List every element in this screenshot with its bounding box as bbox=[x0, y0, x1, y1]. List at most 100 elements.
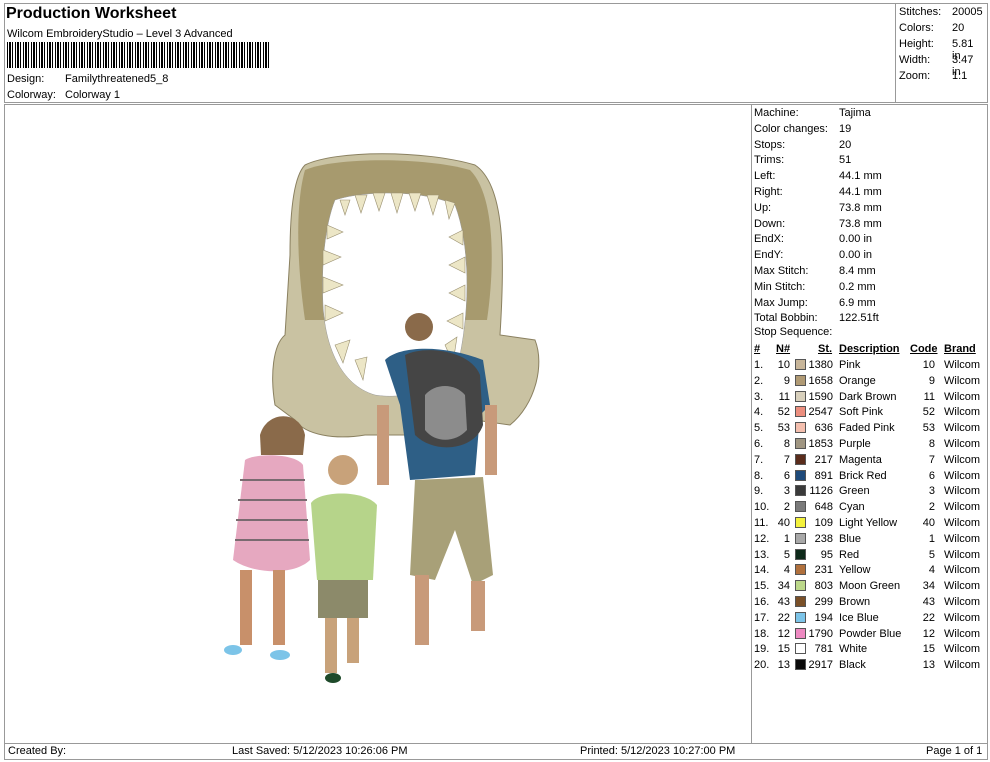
cell-n: 43 bbox=[777, 596, 790, 608]
table-row: 8. 6 891 Brick Red 6 Wilcom bbox=[752, 469, 989, 485]
cell-desc: Red bbox=[839, 548, 860, 561]
cell-code: 5 bbox=[928, 548, 935, 561]
cell-n: 22 bbox=[777, 611, 790, 624]
cell-code: 10 bbox=[922, 359, 935, 371]
table-row: 3. 11 1590 Dark Brown 11 Wilcom bbox=[752, 390, 989, 406]
table-row: 4. 52 2547 Soft Pink 52 Wilcom bbox=[752, 406, 989, 421]
color-swatch bbox=[795, 643, 806, 655]
machine-info-label: Stops: bbox=[754, 138, 786, 151]
machine-info-label: Up: bbox=[754, 201, 772, 214]
cell-n: 15 bbox=[777, 643, 790, 656]
cell-num: 8. bbox=[754, 469, 764, 482]
cell-desc: Soft Pink bbox=[839, 406, 884, 419]
table-row: 2. 9 1658 Orange 9 Wilcom bbox=[752, 374, 989, 390]
cell-num: 10. bbox=[754, 501, 770, 514]
color-swatch bbox=[795, 548, 806, 560]
machine-info-value: 19 bbox=[839, 122, 852, 135]
cell-num: 15. bbox=[754, 580, 770, 593]
color-swatch bbox=[795, 374, 806, 386]
cell-num: 14. bbox=[754, 564, 770, 577]
table-row: 20. 13 2917 Black 13 Wilcom bbox=[752, 659, 989, 674]
cell-code: 7 bbox=[928, 453, 935, 466]
cell-st: 238 bbox=[814, 532, 833, 545]
cell-num: 9. bbox=[754, 485, 764, 498]
machine-info-value: 0.2 mm bbox=[839, 280, 876, 293]
cell-st: 1126 bbox=[809, 485, 833, 498]
summary-width: Width: 3.47 in bbox=[899, 54, 974, 78]
cell-st: 891 bbox=[814, 469, 833, 482]
color-swatch bbox=[795, 438, 806, 449]
machine-info-row: EndX: 0.00 in bbox=[754, 233, 872, 245]
cell-st: 95 bbox=[820, 548, 833, 561]
machine-info-row: Down: 73.8 mm bbox=[754, 217, 882, 230]
cell-brand: Wilcom bbox=[944, 548, 981, 561]
cell-desc: Ice Blue bbox=[839, 611, 879, 624]
cell-brand: Wilcom bbox=[944, 501, 981, 514]
man-figure bbox=[377, 313, 497, 645]
boy-figure bbox=[311, 455, 377, 683]
summary-stitches: Stitches: 20005 bbox=[899, 6, 983, 18]
machine-info-label: Down: bbox=[754, 217, 786, 230]
table-row: 13. 5 95 Red 5 Wilcom bbox=[752, 548, 989, 564]
cell-n: 13 bbox=[777, 659, 790, 672]
cell-num: 16. bbox=[754, 596, 770, 608]
barcode bbox=[7, 42, 270, 68]
cell-num: 3. bbox=[754, 390, 764, 403]
design-value: Familythreatened5_8 bbox=[65, 73, 169, 85]
table-row: 9. 3 1126 Green 3 Wilcom bbox=[752, 485, 989, 500]
cell-st: 2547 bbox=[808, 406, 833, 419]
cell-code: 2 bbox=[928, 501, 935, 514]
cell-st: 1790 bbox=[808, 627, 833, 640]
machine-info-row: Stops: 20 bbox=[754, 138, 851, 151]
table-row: 17. 22 194 Ice Blue 22 Wilcom bbox=[752, 611, 989, 627]
cell-brand: Wilcom bbox=[944, 659, 981, 672]
summary-zoom: Zoom: 1:1 bbox=[899, 70, 968, 82]
col-header-code: Code bbox=[910, 343, 938, 355]
cell-num: 17. bbox=[754, 611, 770, 624]
machine-info-value: 44.1 mm bbox=[839, 170, 882, 183]
machine-info-row: Trims: 51 bbox=[754, 154, 851, 167]
cell-n: 6 bbox=[783, 469, 790, 482]
cell-n: 1 bbox=[783, 532, 790, 545]
cell-st: 299 bbox=[814, 596, 833, 608]
cell-code: 53 bbox=[922, 422, 935, 435]
cell-brand: Wilcom bbox=[944, 643, 981, 656]
col-header-description: Description bbox=[839, 343, 900, 355]
cell-brand: Wilcom bbox=[944, 564, 981, 577]
cell-desc: Yellow bbox=[839, 564, 871, 577]
cell-n: 7 bbox=[783, 453, 790, 466]
cell-n: 11 bbox=[778, 390, 790, 403]
cell-st: 1658 bbox=[808, 374, 833, 387]
cell-desc: Purple bbox=[839, 438, 871, 450]
cell-st: 781 bbox=[814, 643, 833, 656]
color-swatch bbox=[795, 580, 806, 592]
machine-info-value: 73.8 mm bbox=[839, 217, 882, 230]
col-header-num: # bbox=[754, 343, 761, 355]
machine-info-row: Right: 44.1 mm bbox=[754, 186, 882, 198]
table-row: 6. 8 1853 Purple 8 Wilcom bbox=[752, 438, 989, 453]
stop-sequence-title: Stop Sequence: bbox=[754, 326, 833, 338]
cell-num: 4. bbox=[754, 406, 764, 419]
cell-brand: Wilcom bbox=[944, 611, 981, 624]
cell-brand: Wilcom bbox=[944, 517, 981, 529]
machine-info-value: 0.00 in bbox=[839, 249, 873, 262]
table-row: 19. 15 781 White 15 Wilcom bbox=[752, 643, 989, 658]
stitch-info-panel: Machine: Tajima Color changes: 19 Stops: 20 Tr… bbox=[751, 104, 988, 744]
machine-info-value: Tajima bbox=[839, 107, 871, 119]
cell-n: 8 bbox=[783, 438, 790, 450]
cell-num: 20. bbox=[754, 659, 770, 672]
cell-brand: Wilcom bbox=[944, 453, 981, 466]
summary-colors: Colors: 20 bbox=[899, 22, 965, 34]
cell-n: 12 bbox=[777, 627, 790, 640]
color-swatch bbox=[795, 517, 806, 528]
machine-info-row: Min Stitch: 0.2 mm bbox=[754, 280, 876, 293]
cell-n: 53 bbox=[777, 422, 790, 435]
color-swatch bbox=[795, 659, 806, 671]
cell-num: 5. bbox=[754, 422, 764, 435]
machine-info-label: Trims: bbox=[754, 154, 785, 167]
machine-info-label: Min Stitch: bbox=[754, 280, 806, 293]
color-swatch bbox=[795, 611, 806, 623]
col-header-st: St. bbox=[818, 343, 833, 355]
cell-code: 8 bbox=[928, 438, 935, 450]
cell-code: 12 bbox=[922, 627, 935, 640]
